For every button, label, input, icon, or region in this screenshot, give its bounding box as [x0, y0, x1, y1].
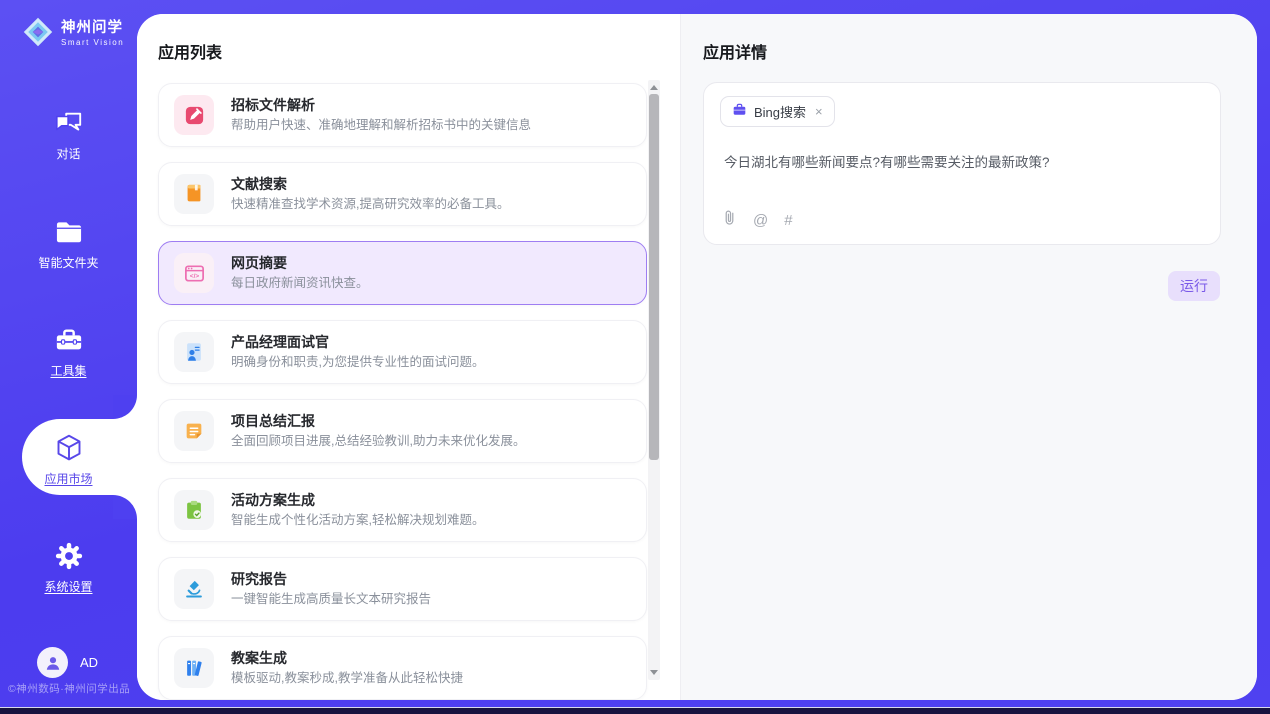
book-icon: [174, 174, 214, 214]
app-card-lesson-plan[interactable]: 教案生成 模板驱动,教案秒成,教学准备从此轻松快捷: [158, 636, 647, 700]
pill-fillet-bottom: [113, 495, 137, 519]
app-card-research-report[interactable]: 研究报告 一键智能生成高质量长文本研究报告: [158, 557, 647, 621]
microscope-icon: [174, 569, 214, 609]
paperclip-icon[interactable]: [722, 209, 737, 231]
books-icon: [174, 648, 214, 688]
logo-subtitle: Smart Vision: [61, 39, 124, 48]
scroll-up-arrow-icon[interactable]: [650, 85, 658, 90]
app-list-title: 应用列表: [158, 39, 222, 63]
svg-text:</>: </>: [189, 272, 199, 279]
note-icon: [174, 411, 214, 451]
hash-icon[interactable]: #: [784, 212, 792, 229]
run-button[interactable]: 运行: [1168, 271, 1220, 301]
app-card-project-summary[interactable]: 项目总结汇报 全面回顾项目进展,总结经验教训,助力未来优化发展。: [158, 399, 647, 463]
app-card-bid-parsing[interactable]: 招标文件解析 帮助用户快速、准确地理解和解析招标书中的关键信息: [158, 83, 647, 147]
app-card-title: 产品经理面试官: [231, 335, 484, 349]
app-card-description: 帮助用户快速、准确地理解和解析招标书中的关键信息: [231, 119, 531, 132]
app-card-title: 项目总结汇报: [231, 414, 525, 428]
app-card-title: 教案生成: [231, 651, 463, 665]
app-card-title: 活动方案生成: [231, 493, 484, 507]
sidebar-item-toolset[interactable]: 工具集: [0, 325, 137, 380]
folder-icon: [0, 217, 137, 247]
cube-icon: [0, 433, 137, 463]
briefcase-icon: [732, 102, 747, 122]
diamond-logo-icon: [22, 16, 54, 53]
app-card-title: 招标文件解析: [231, 98, 531, 112]
app-list-panel: 应用列表 招标文件解析 帮助用户快速、准确地理解和解析招标书中的关键信息: [137, 14, 680, 700]
scrollbar-thumb[interactable]: [649, 94, 659, 460]
avatar: [37, 647, 68, 678]
prompt-card[interactable]: Bing搜索 × 今日湖北有哪些新闻要点?有哪些需要关注的最新政策? @ #: [703, 82, 1221, 245]
app-card-description: 模板驱动,教案秒成,教学准备从此轻松快捷: [231, 672, 463, 685]
user-name: AD: [80, 655, 98, 670]
prompt-input[interactable]: 今日湖北有哪些新闻要点?有哪些需要关注的最新政策?: [724, 151, 1194, 171]
sidebar-item-label: 应用市场: [44, 470, 92, 487]
app-card-title: 网页摘要: [231, 256, 369, 270]
app-card-pm-interviewer[interactable]: 产品经理面试官 明确身份和职责,为您提供专业性的面试问题。: [158, 320, 647, 384]
logo-title: 神州问学: [61, 21, 124, 37]
app-cards: 招标文件解析 帮助用户快速、准确地理解和解析招标书中的关键信息 文献搜索 快速精…: [158, 83, 648, 700]
sidebar-item-label: 智能文件夹: [38, 254, 98, 271]
app-card-description: 快速精准查找学术资源,提高研究效率的必备工具。: [231, 198, 509, 211]
tool-tag-bing-search[interactable]: Bing搜索 ×: [720, 96, 835, 127]
sidebar-item-smart-folders[interactable]: 智能文件夹: [0, 217, 137, 272]
app-card-description: 智能生成个性化活动方案,轻松解决规划难题。: [231, 514, 484, 527]
close-icon[interactable]: ×: [815, 104, 823, 119]
person-document-icon: [174, 332, 214, 372]
app-card-description: 全面回顾项目进展,总结经验教训,助力未来优化发展。: [231, 435, 525, 448]
sidebar: 神州问学 Smart Vision 对话 智能文件夹: [0, 0, 137, 714]
sidebar-item-label: 对话: [56, 145, 80, 162]
at-icon[interactable]: @: [753, 212, 768, 229]
user-avatar-icon: [44, 654, 62, 672]
app-detail-title: 应用详情: [703, 39, 767, 63]
browser-code-icon: </>: [174, 253, 214, 293]
prompt-toolbar: @ #: [722, 209, 793, 231]
sidebar-item-label: 工具集: [50, 362, 86, 379]
pill-fillet-top: [113, 395, 137, 419]
scroll-down-arrow-icon[interactable]: [650, 670, 658, 675]
chat-icon: [0, 108, 137, 138]
sidebar-item-label: 系统设置: [44, 578, 92, 595]
footer-credit: ©神州数码·神州问学出品: [8, 681, 130, 696]
gear-icon: [0, 541, 137, 571]
app-card-title: 研究报告: [231, 572, 431, 586]
clipboard-check-icon: [174, 490, 214, 530]
pen-square-icon: [174, 95, 214, 135]
sidebar-item-app-market[interactable]: 应用市场: [0, 433, 137, 488]
app-card-literature-search[interactable]: 文献搜索 快速精准查找学术资源,提高研究效率的必备工具。: [158, 162, 647, 226]
toolbox-icon: [0, 325, 137, 355]
app-list-scrollbar[interactable]: [648, 80, 660, 680]
tool-tag-label: Bing搜索: [754, 102, 806, 121]
app-logo: 神州问学 Smart Vision: [22, 16, 124, 53]
app-detail-panel: 应用详情 Bing搜索 × 今日湖北有哪些新闻要点?有哪些需要关注的最新政策?: [680, 14, 1257, 700]
content-shell: 应用列表 招标文件解析 帮助用户快速、准确地理解和解析招标书中的关键信息: [137, 14, 1257, 700]
user-account[interactable]: AD: [37, 647, 98, 678]
sidebar-item-chat[interactable]: 对话: [0, 108, 137, 163]
app-card-web-summary[interactable]: </> 网页摘要 每日政府新闻资讯快查。: [158, 241, 647, 305]
sidebar-item-settings[interactable]: 系统设置: [0, 541, 137, 596]
app-card-description: 明确身份和职责,为您提供专业性的面试问题。: [231, 356, 484, 369]
app-card-description: 一键智能生成高质量长文本研究报告: [231, 593, 431, 606]
app-card-description: 每日政府新闻资讯快查。: [231, 277, 369, 290]
app-card-title: 文献搜索: [231, 177, 509, 191]
window-bottom-bar: [0, 707, 1270, 714]
app-card-event-plan[interactable]: 活动方案生成 智能生成个性化活动方案,轻松解决规划难题。: [158, 478, 647, 542]
